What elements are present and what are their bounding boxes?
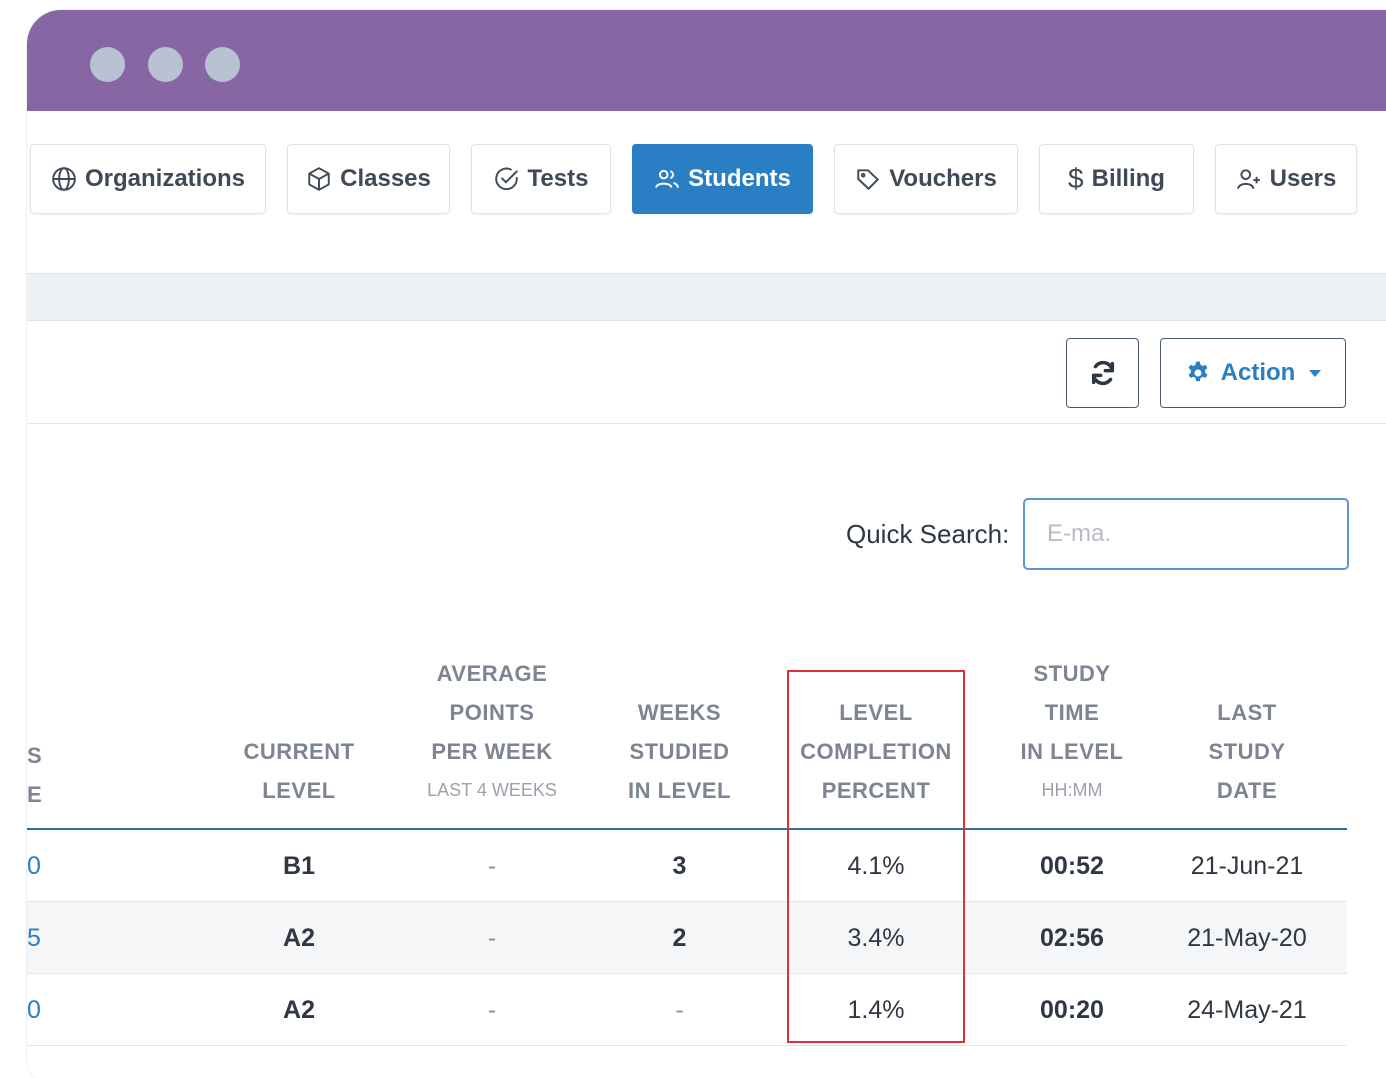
window-dot-close[interactable] bbox=[90, 47, 125, 82]
window-dot-maximize[interactable] bbox=[205, 47, 240, 82]
dollar-icon: $ bbox=[1068, 163, 1084, 194]
cell-study-time: 00:52 bbox=[1040, 852, 1104, 880]
cell-average-points: - bbox=[487, 852, 497, 880]
quick-search-input[interactable] bbox=[1023, 498, 1349, 570]
cell-study-time: 00:20 bbox=[1040, 996, 1104, 1024]
cell-current-level: B1 bbox=[283, 852, 315, 880]
column-header-average-points[interactable]: AVERAGE POINTS PER WEEK LAST 4 WEEKS bbox=[407, 654, 577, 810]
toolbar-divider bbox=[27, 423, 1386, 424]
nav-vouchers-label: Vouchers bbox=[889, 165, 997, 192]
cell-level-completion: 3.4% bbox=[847, 924, 905, 952]
nav-vouchers-button[interactable]: Vouchers bbox=[834, 144, 1018, 214]
cell-last-study-date: 21-Jun-21 bbox=[1190, 852, 1304, 880]
action-dropdown-button[interactable]: Action bbox=[1160, 338, 1346, 408]
row-fragment[interactable]: 5 bbox=[27, 902, 47, 974]
nav-billing-button[interactable]: $ Billing bbox=[1039, 144, 1194, 214]
nav-organizations-button[interactable]: Organizations bbox=[30, 144, 266, 214]
column-header-last-study-date[interactable]: LAST STUDY DATE bbox=[1167, 693, 1327, 810]
column-header-current-level[interactable]: CURRENT LEVEL bbox=[219, 732, 379, 810]
nav-classes-button[interactable]: Classes bbox=[287, 144, 450, 214]
cell-level-completion: 4.1% bbox=[847, 852, 905, 880]
nav-students-button[interactable]: Students bbox=[632, 144, 813, 214]
table-row[interactable]: 0 A2 - - 1.4% 00:20 24-May-21 bbox=[27, 974, 1347, 1046]
cell-average-points: - bbox=[487, 924, 497, 952]
nav-users-label: Users bbox=[1269, 165, 1337, 192]
cell-level-completion: 1.4% bbox=[847, 996, 905, 1024]
cell-weeks-studied: - bbox=[675, 996, 684, 1024]
nav-billing-label: Billing bbox=[1091, 165, 1165, 192]
table-row[interactable]: 5 A2 - 2 3.4% 02:56 21-May-20 bbox=[27, 902, 1347, 974]
row-fragment[interactable]: 0 bbox=[27, 830, 47, 902]
nav-users-button[interactable]: Users bbox=[1215, 144, 1357, 214]
cube-icon bbox=[308, 167, 330, 191]
check-circle-icon bbox=[494, 167, 518, 191]
nav-classes-label: Classes bbox=[340, 165, 431, 192]
globe-icon bbox=[52, 167, 76, 191]
cell-last-study-date: 21-May-20 bbox=[1187, 924, 1307, 952]
gear-icon bbox=[1188, 361, 1208, 382]
app-window: Organizations Classes Tests Students Vou… bbox=[27, 10, 1386, 1078]
column-header-level-completion[interactable]: LEVEL COMPLETION PERCENT bbox=[789, 693, 963, 810]
column-header-study-time[interactable]: STUDY TIME IN LEVEL HH:MM bbox=[997, 654, 1147, 810]
users-icon bbox=[655, 169, 679, 188]
cell-current-level: A2 bbox=[283, 996, 315, 1024]
nav-students-label: Students bbox=[688, 165, 791, 192]
chevron-down-icon bbox=[1309, 369, 1322, 377]
user-plus-icon bbox=[1236, 169, 1260, 190]
nav-tests-button[interactable]: Tests bbox=[471, 144, 611, 214]
cell-current-level: A2 bbox=[283, 924, 315, 952]
refresh-button[interactable] bbox=[1066, 338, 1139, 408]
header-fragment-top: S bbox=[27, 743, 42, 768]
window-titlebar bbox=[27, 10, 1386, 111]
cell-last-study-date: 24-May-21 bbox=[1187, 996, 1307, 1024]
window-dot-minimize[interactable] bbox=[148, 47, 183, 82]
quick-search-label: Quick Search: bbox=[846, 519, 1010, 549]
column-header-weeks-studied[interactable]: WEEKS STUDIED IN LEVEL bbox=[597, 693, 762, 810]
table-row[interactable]: 0 B1 - 3 4.1% 00:52 21-Jun-21 bbox=[27, 830, 1347, 902]
cell-weeks-studied: 3 bbox=[672, 852, 687, 880]
cell-weeks-studied: 2 bbox=[672, 924, 687, 952]
cell-study-time: 02:56 bbox=[1040, 924, 1104, 952]
nav-tests-label: Tests bbox=[527, 165, 589, 192]
section-header-band bbox=[27, 273, 1386, 321]
header-fragment-bottom: E bbox=[27, 782, 42, 807]
tag-icon bbox=[857, 169, 879, 190]
action-label: Action bbox=[1220, 359, 1296, 386]
cell-average-points: - bbox=[487, 996, 497, 1024]
row-fragment[interactable]: 0 bbox=[27, 974, 47, 1046]
refresh-icon bbox=[1091, 360, 1114, 386]
nav-organizations-label: Organizations bbox=[84, 165, 246, 192]
